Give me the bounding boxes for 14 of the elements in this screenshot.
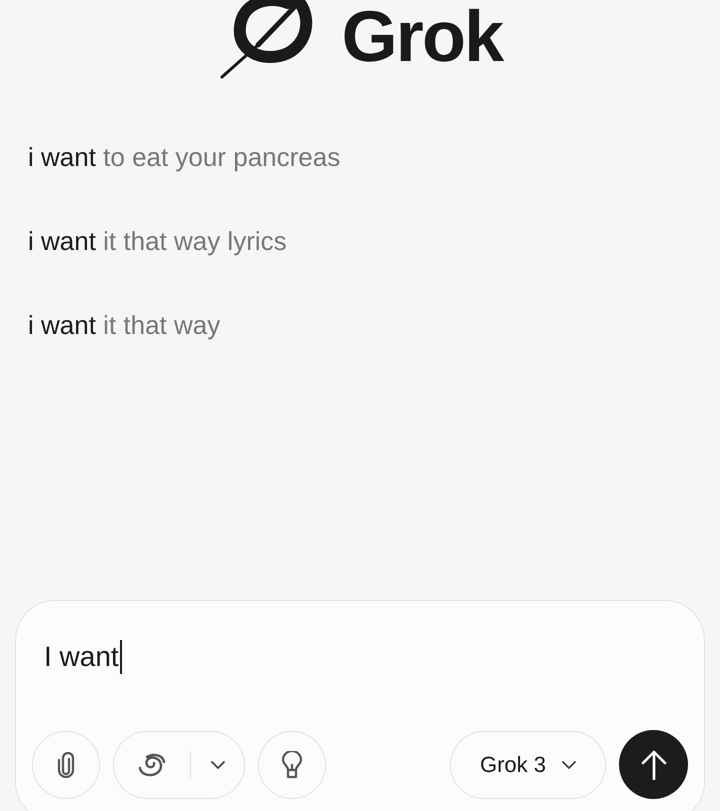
logo-wordmark: Grok xyxy=(342,1,502,73)
chevron-down-icon xyxy=(210,760,224,768)
attach-button[interactable] xyxy=(32,730,100,798)
suggestion-item[interactable]: i want to eat your pancreas xyxy=(28,142,340,172)
suggestion-item[interactable]: i want it that way xyxy=(28,310,220,340)
input-field[interactable]: I want xyxy=(32,637,688,677)
chevron-down-icon xyxy=(562,760,576,768)
arrow-up-icon xyxy=(640,750,666,780)
paperclip-icon xyxy=(56,752,76,778)
model-selector[interactable]: Grok 3 xyxy=(450,730,606,798)
lightbulb-icon xyxy=(281,750,303,778)
suggestion-item[interactable]: i want it that way lyrics xyxy=(28,226,287,256)
spiral-icon xyxy=(137,752,167,778)
think-button[interactable] xyxy=(258,730,326,798)
